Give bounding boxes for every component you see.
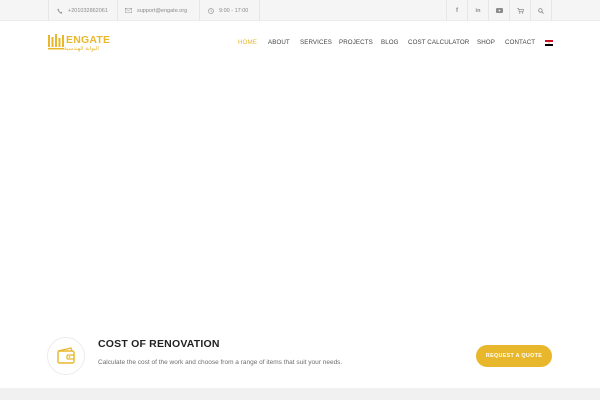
youtube-icon xyxy=(495,8,503,13)
hero-banner xyxy=(0,71,600,326)
cta-title: COST OF RENOVATION xyxy=(98,338,220,350)
nav-cost-calculator[interactable]: COST CALCULATOR xyxy=(408,39,469,46)
nav-about[interactable]: ABOUT xyxy=(268,39,290,46)
search-button[interactable] xyxy=(531,0,551,21)
nav-home[interactable]: HOME xyxy=(238,39,257,46)
logo-subtext: البوابة الهندسية xyxy=(64,46,99,52)
top-bar: +201032862061 support@engate.org 9:00 - … xyxy=(0,0,600,21)
top-bar-divider xyxy=(551,0,552,21)
opening-hours: 9:00 - 17:00 xyxy=(219,7,249,14)
wallet-icon xyxy=(57,347,75,364)
top-bar-hours: 9:00 - 17:00 xyxy=(208,0,248,21)
top-bar-phone[interactable]: +201032862061 xyxy=(57,0,108,21)
youtube-link[interactable] xyxy=(489,0,509,21)
nav-services[interactable]: SERVICES xyxy=(300,39,332,46)
top-bar-email[interactable]: support@engate.org xyxy=(125,0,187,21)
footer-strip xyxy=(0,388,600,400)
site-logo[interactable]: ENGATE البوابة الهندسية xyxy=(48,33,111,55)
linkedin-icon: in xyxy=(475,7,481,14)
top-bar-divider xyxy=(259,0,260,21)
nav-blog[interactable]: BLOG xyxy=(381,39,399,46)
top-bar-divider xyxy=(48,0,49,21)
phone-number: +201032862061 xyxy=(68,7,108,14)
clock-icon xyxy=(208,7,214,14)
top-bar-divider xyxy=(199,0,200,21)
nav-shop[interactable]: SHOP xyxy=(477,39,495,46)
linkedin-link[interactable]: in xyxy=(468,0,488,21)
phone-icon xyxy=(57,8,63,14)
cta-description: Calculate the cost of the work and choos… xyxy=(98,359,343,366)
nav-projects[interactable]: PROJECTS xyxy=(339,39,373,46)
cart-icon xyxy=(516,7,524,14)
search-icon xyxy=(538,7,544,14)
top-bar-divider xyxy=(117,0,118,21)
facebook-link[interactable]: f xyxy=(447,0,467,21)
cta-icon-circle xyxy=(47,337,85,375)
envelope-icon xyxy=(125,8,132,13)
facebook-icon: f xyxy=(456,7,458,14)
cart-link[interactable] xyxy=(510,0,530,21)
logo-text: ENGATE xyxy=(66,34,111,46)
egypt-flag-icon[interactable] xyxy=(545,40,553,46)
email-address: support@engate.org xyxy=(137,7,188,14)
nav-contact[interactable]: CONTACT xyxy=(505,39,535,46)
request-quote-button[interactable]: REQUEST A QUOTE xyxy=(476,345,552,367)
